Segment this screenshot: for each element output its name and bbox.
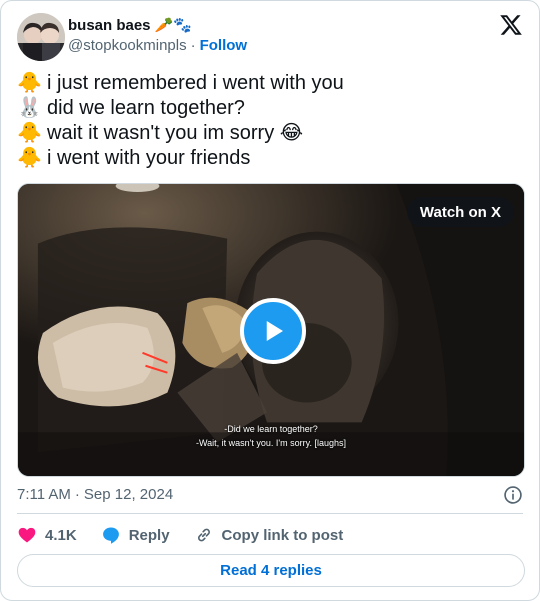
tweet-line: 🐥 i went with your friends <box>17 146 525 171</box>
subtitle-line: -Wait, it wasn't you. I'm sorry. [laughs… <box>196 438 346 448</box>
divider <box>17 513 523 514</box>
tweet-line-text: i just remembered i went with you <box>47 72 344 94</box>
follow-link[interactable]: Follow <box>200 37 248 54</box>
heart-icon <box>18 527 36 543</box>
author-name-row[interactable]: busan baes 🥕🐾 <box>68 15 192 35</box>
post-timestamp[interactable]: 7:11 AM · Sep 12, 2024 <box>17 486 173 503</box>
copy-link-button[interactable]: Copy link to post <box>194 525 344 545</box>
chick-icon: 🐥 <box>17 147 42 169</box>
link-icon <box>197 528 210 542</box>
tweet-line: 🐥 wait it wasn't you im sorry 😂 <box>17 121 525 146</box>
handle-separator: · <box>190 37 196 54</box>
reply-bubble-icon <box>102 527 119 544</box>
tweet-line-text: wait it wasn't you im sorry 😂 <box>47 122 304 144</box>
avatar-image <box>17 13 65 61</box>
chick-icon: 🐥 <box>17 122 42 144</box>
chick-icon: 🐥 <box>17 72 42 94</box>
reply-label: Reply <box>128 526 170 544</box>
video-player[interactable]: Watch on X -Did we learn together? -Wait… <box>17 183 525 477</box>
like-button[interactable]: 4.1K <box>17 525 77 545</box>
like-count: 4.1K <box>45 526 77 544</box>
action-bar: 4.1K Reply Copy link to post <box>17 523 367 547</box>
name-emojis: 🥕🐾 <box>154 16 192 34</box>
avatar[interactable] <box>17 13 65 61</box>
post-date: Sep 12, 2024 <box>83 486 174 503</box>
watch-on-x-button[interactable]: Watch on X <box>406 197 514 227</box>
author-display-name[interactable]: busan baes <box>68 17 151 34</box>
reply-button[interactable]: Reply <box>101 525 170 545</box>
tweet-line-text: i went with your friends <box>47 147 251 169</box>
rabbit-icon: 🐰 <box>17 97 42 119</box>
copy-link-label: Copy link to post <box>221 526 344 544</box>
read-replies-button[interactable]: Read 4 replies <box>17 554 525 587</box>
author-handle-row: @stopkookminpls · Follow <box>68 37 247 54</box>
play-icon <box>266 321 283 341</box>
subtitle-line: -Did we learn together? <box>224 424 318 434</box>
author-handle[interactable]: @stopkookminpls <box>68 37 187 54</box>
tweet-line: 🐰 did we learn together? <box>17 96 525 121</box>
video-subtitles: -Did we learn together? -Wait, it wasn't… <box>18 422 524 450</box>
tweet-text: 🐥 i just remembered i went with you 🐰 di… <box>17 71 525 171</box>
tweet-line: 🐥 i just remembered i went with you <box>17 71 525 96</box>
timestamp-separator: · <box>74 486 80 503</box>
tweet-line-text: did we learn together? <box>47 97 245 119</box>
info-icon[interactable] <box>503 485 523 505</box>
post-time: 7:11 AM <box>17 486 71 503</box>
embedded-post-card: busan baes 🥕🐾 @stopkookminpls · Follow 🐥… <box>0 0 540 601</box>
x-logo-icon[interactable] <box>499 13 523 37</box>
play-button[interactable] <box>240 298 306 364</box>
